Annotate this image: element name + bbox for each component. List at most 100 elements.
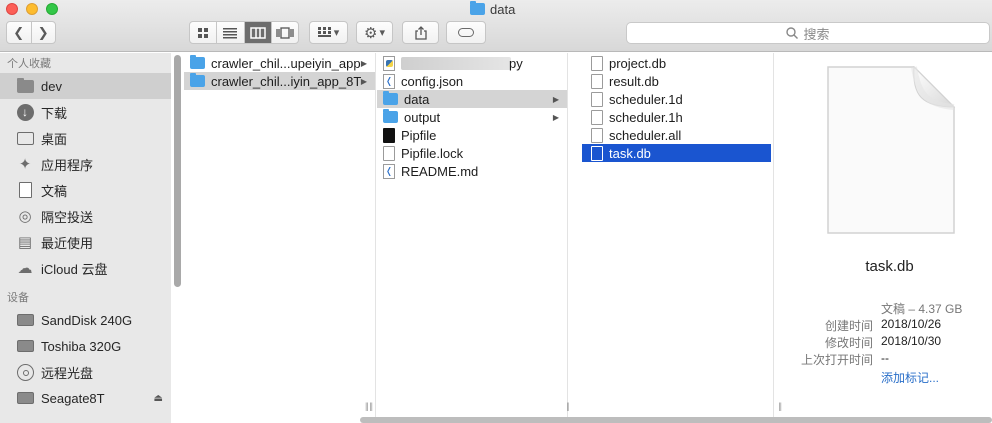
list-item[interactable]: py	[377, 54, 567, 72]
applications-icon: ✦	[18, 156, 32, 173]
folder-icon	[383, 109, 398, 123]
folder-icon	[190, 73, 205, 87]
sidebar-item-toshiba[interactable]: Toshiba 320G	[0, 333, 171, 359]
sidebar-item-label: Toshiba 320G	[41, 338, 122, 354]
file-name: scheduler.all	[609, 127, 682, 143]
file-name: output	[404, 109, 441, 125]
chevron-left-icon: ❮	[13, 24, 25, 40]
vscode-file-icon: ❬	[383, 163, 395, 179]
kind-size-value: 文稿 – 4.37 GB	[881, 302, 963, 316]
eject-icon[interactable]: ⏏	[154, 393, 163, 404]
add-tags-link[interactable]: 添加标记...	[881, 369, 939, 386]
column-2: py ❬ config.json data ▶ output ▶ Pipfile…	[365, 53, 570, 423]
sidebar-item-recents[interactable]: ▤ 最近使用	[0, 229, 171, 255]
horizontal-scrollbar[interactable]	[360, 417, 992, 423]
search-placeholder: 搜索	[803, 26, 830, 42]
columns-icon	[249, 26, 266, 39]
sidebar-item-remote-disc[interactable]: 远程光盘	[0, 359, 171, 385]
sidebar-item-label: 最近使用	[41, 235, 94, 251]
list-item[interactable]: scheduler.1d	[569, 90, 773, 108]
sidebar-scrollbar[interactable]	[174, 55, 181, 287]
sidebar-item-label: dev	[41, 78, 62, 94]
arrange-button[interactable]: ▾	[309, 21, 348, 44]
download-icon: ↓	[16, 103, 34, 121]
file-name: config.json	[401, 73, 464, 89]
column-resize-handle[interactable]: ||	[778, 401, 782, 411]
tag-button[interactable]	[446, 21, 486, 44]
list-item[interactable]: Pipfile	[377, 126, 567, 144]
file-name: scheduler.1h	[609, 109, 683, 125]
kind-size-row: 文稿 – 4.37 GB	[787, 300, 992, 316]
forward-button[interactable]: ❯	[30, 22, 56, 43]
last-opened-value: --	[881, 351, 889, 365]
list-item[interactable]: project.db	[569, 54, 773, 72]
file-name: crawler_chil...iyin_app_8T	[211, 73, 362, 89]
share-icon	[414, 25, 427, 40]
document-icon	[591, 91, 603, 107]
devices-header: 设备	[7, 292, 29, 304]
grid-icon	[198, 27, 209, 38]
minimize-window-button[interactable]	[26, 3, 38, 15]
column-3: project.db result.db scheduler.1d schedu…	[569, 53, 782, 423]
folder-icon	[190, 55, 205, 69]
list-view-button[interactable]	[216, 22, 243, 43]
sidebar-item-applications[interactable]: ✦ 应用程序	[0, 151, 171, 177]
icon-view-button[interactable]	[190, 22, 216, 43]
sidebar-item-label: 远程光盘	[41, 365, 94, 381]
preview-pane: task.db 文稿 – 4.37 GB 创建时间 2018/10/26 修改时…	[787, 53, 992, 417]
file-name: data	[404, 91, 430, 107]
sidebar-item-sanddisk[interactable]: SandDisk 240G	[0, 307, 171, 333]
list-item[interactable]: output ▶	[377, 108, 567, 126]
column-view-button[interactable]	[243, 22, 271, 43]
last-opened-row: 上次打开时间 --	[787, 351, 992, 367]
sidebar-item-label: SandDisk 240G	[41, 312, 133, 328]
folder-icon	[470, 1, 485, 15]
created-label: 创建时间	[824, 319, 873, 333]
zoom-window-button[interactable]	[46, 3, 58, 15]
cloud-icon: ☁	[17, 260, 33, 277]
list-item[interactable]: Pipfile.lock	[377, 144, 567, 162]
sidebar-item-downloads[interactable]: ↓ 下载	[0, 99, 171, 125]
document-icon	[383, 145, 395, 161]
list-item[interactable]: data ▶	[377, 90, 567, 108]
close-window-button[interactable]	[6, 3, 18, 15]
action-button[interactable]: ⚙ ▾	[356, 21, 393, 44]
list-item[interactable]: crawler_chil...upeiyin_app ▶	[184, 54, 375, 72]
desktop-icon	[16, 130, 34, 146]
list-item[interactable]: task.db	[582, 144, 771, 162]
document-icon	[591, 55, 603, 71]
navigation-buttons: ❮ ❯	[6, 21, 56, 44]
list-item[interactable]: ❬ config.json	[377, 72, 567, 90]
file-name: py	[509, 55, 523, 71]
sidebar: 个人收藏 dev ↓ 下载 桌面 ✦ 应用程序 文稿 ◎ 隔空投送 ▤ 最近使用…	[0, 53, 171, 423]
disclosure-arrow-icon: ▶	[552, 112, 559, 122]
drive-icon	[16, 390, 34, 406]
list-item[interactable]: crawler_chil...iyin_app_8T ▶	[184, 72, 375, 90]
list-item[interactable]: scheduler.1h	[569, 108, 773, 126]
column-resize-handle[interactable]: ||	[365, 401, 369, 411]
arrange-icon	[317, 27, 331, 37]
sidebar-item-label: 隔空投送	[41, 209, 94, 225]
sidebar-item-desktop[interactable]: 桌面	[0, 125, 171, 151]
vscode-file-icon: ❬	[383, 73, 395, 89]
sidebar-item-icloud[interactable]: ☁ iCloud 云盘	[0, 255, 171, 281]
list-item[interactable]: ❬ README.md	[377, 162, 567, 180]
python-file-icon	[383, 55, 395, 71]
list-item[interactable]: result.db	[569, 72, 773, 90]
back-button[interactable]: ❮	[7, 22, 31, 43]
sidebar-item-dev[interactable]: dev	[0, 73, 171, 99]
share-button[interactable]	[402, 21, 439, 44]
file-name: result.db	[609, 73, 659, 89]
gallery-view-button[interactable]	[270, 22, 298, 43]
sidebar-item-airdrop[interactable]: ◎ 隔空投送	[0, 203, 171, 229]
favorites-header: 个人收藏	[7, 58, 51, 70]
column-resize-handle[interactable]: ||	[369, 401, 373, 411]
view-mode-buttons	[189, 21, 299, 44]
list-item[interactable]: scheduler.all	[569, 126, 773, 144]
created-value: 2018/10/26	[881, 317, 942, 331]
column-1: crawler_chil...upeiyin_app ▶ crawler_chi…	[184, 53, 376, 423]
sidebar-item-seagate[interactable]: Seagate8T ⏏	[0, 385, 171, 411]
search-icon	[786, 27, 799, 39]
sidebar-item-documents[interactable]: 文稿	[0, 177, 171, 203]
search-field[interactable]: 搜索	[626, 22, 990, 44]
